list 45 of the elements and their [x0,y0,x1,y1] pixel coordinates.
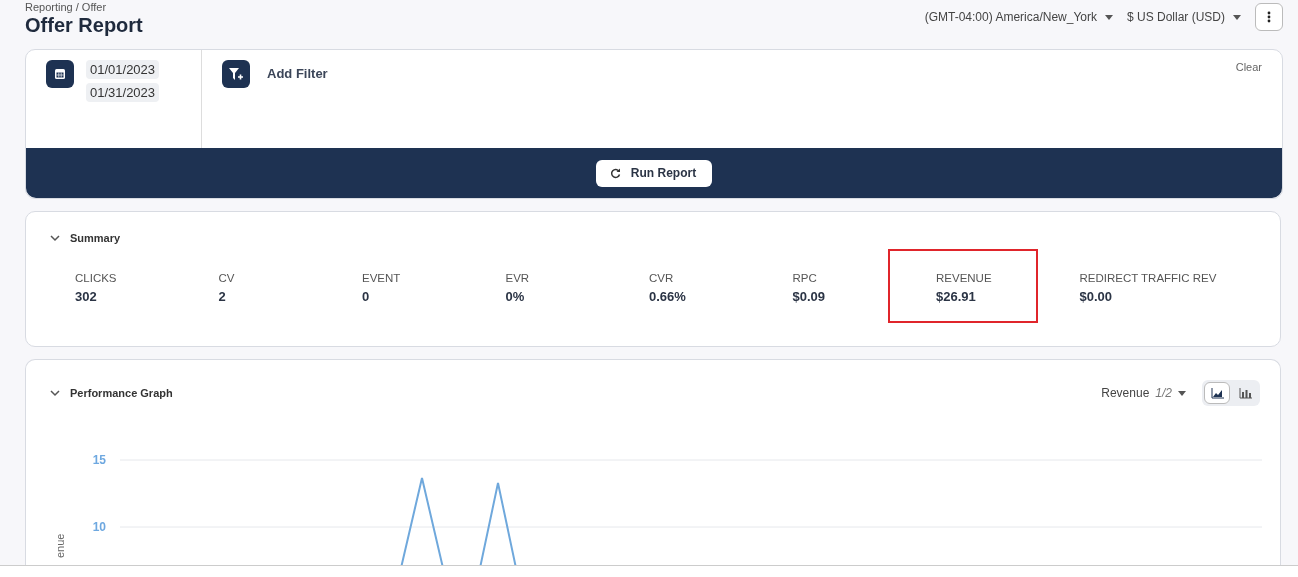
add-filter-button[interactable]: Add Filter [267,63,328,83]
metric-value: $0.00 [1079,289,1114,304]
chevron-icon[interactable] [50,233,60,243]
add-filter-icon-button[interactable] [222,60,250,88]
metric-value: 302 [75,289,98,304]
metric-label: CLICKS [75,272,118,284]
chevron-icon[interactable] [50,388,60,398]
metric-value: 2 [218,289,227,304]
metric-label: REVENUE [936,272,993,284]
area-chart-icon [1210,387,1224,399]
calendar-button[interactable] [46,60,74,88]
metric-value: 0.66% [649,289,687,304]
y-tick-label: 15 [92,453,106,467]
refresh-icon [609,167,621,179]
more-icon [1267,11,1271,23]
page-title: Offer Report [25,14,143,37]
metric-select[interactable]: Revenue 1/2 [1101,386,1186,400]
metric-label: CVR [649,272,675,284]
run-report-button[interactable]: Run Report [595,159,713,187]
metric-label: EVENT [362,272,402,284]
metric-label: RPC [792,272,818,284]
clear-button[interactable]: Clear [1235,60,1262,74]
metric-label: CV [218,272,236,284]
timezone-select[interactable]: (GMT-04:00) America/New_York [924,10,1113,24]
section-title: Summary [70,232,121,244]
metric-value: 0 [362,289,371,304]
section-title: Performance Graph [70,387,173,399]
caret-icon [1178,390,1186,396]
breadcrumb[interactable]: Reporting / Offer [25,1,143,14]
caret-icon [1105,14,1113,20]
view-mode-button[interactable] [1204,382,1230,404]
metric-value: $0.09 [792,289,827,304]
bar-chart-icon [1238,387,1252,399]
y-axis-label: enue [54,533,66,558]
caret-icon [1233,14,1241,20]
y-tick-label: 10 [92,520,106,534]
metric-value: 0% [505,289,526,304]
metric-value: $26.91 [936,289,977,304]
metric-label: REDIRECT TRAFFIC REV [1079,272,1218,284]
start-date[interactable]: 01/01/2023 [86,60,160,79]
currency-select[interactable]: $ US Dollar (USD) [1127,10,1241,24]
calendar-icon [54,68,66,80]
metric-label: EVR [505,272,531,284]
filter-plus-icon [228,67,244,81]
end-date[interactable]: 01/31/2023 [86,83,160,102]
